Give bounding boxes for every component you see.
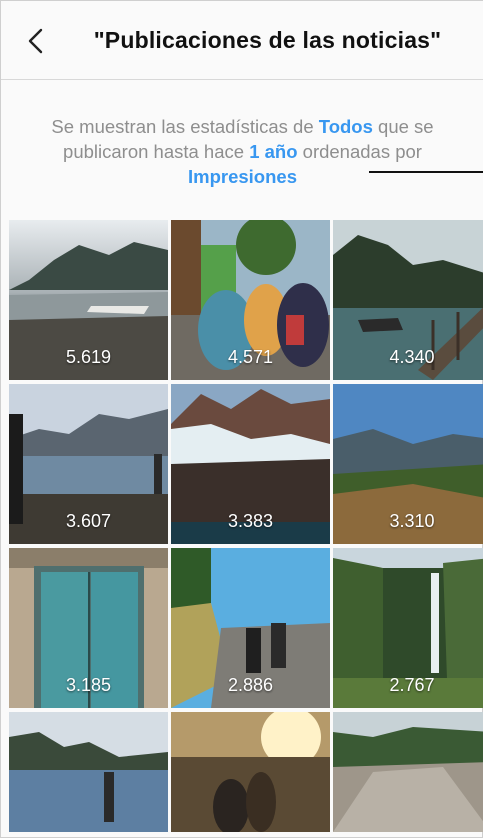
posts-grid: 5.619 4.571 4.340 3.607 3.383 3.310 3.18… xyxy=(9,220,483,832)
post-thumbnail[interactable]: 3.185 xyxy=(9,548,168,708)
annotation-line xyxy=(369,171,483,173)
post-thumbnail[interactable]: 4.340 xyxy=(333,220,483,380)
post-thumbnail[interactable]: 2.767 xyxy=(333,548,483,708)
post-thumbnail[interactable]: 3.607 xyxy=(9,384,168,544)
post-thumbnail[interactable]: 5.619 xyxy=(9,220,168,380)
app-frame: "Publicaciones de las noticias" Se muest… xyxy=(0,0,483,838)
impressions-count: 4.340 xyxy=(389,347,435,367)
lake-child-photo xyxy=(9,712,168,832)
post-thumbnail[interactable]: 3.383 xyxy=(171,384,330,544)
impressions-count: 3.607 xyxy=(65,511,112,531)
stats-description: Se muestran las estadísticas de Todos qu… xyxy=(1,80,483,220)
post-thumbnail[interactable]: 3.310 xyxy=(333,384,483,544)
back-button[interactable] xyxy=(23,27,51,55)
impressions-count: 3.185 xyxy=(65,675,112,695)
impressions-count: 5.619 xyxy=(65,347,112,367)
sunlit-people-photo xyxy=(171,712,330,832)
gravel-road-photo xyxy=(333,712,483,832)
page-title: "Publicaciones de las noticias" xyxy=(93,27,442,53)
post-thumbnail[interactable] xyxy=(333,712,483,832)
filter-period-link[interactable]: 1 año xyxy=(249,141,297,162)
stats-description-text: Se muestran las estadísticas de Todos qu… xyxy=(31,114,454,189)
post-thumbnail[interactable]: 4.571 xyxy=(171,220,330,380)
post-thumbnail[interactable]: 2.886 xyxy=(171,548,330,708)
impressions-count: 3.383 xyxy=(227,511,274,531)
header: "Publicaciones de las noticias" xyxy=(1,1,483,80)
impressions-count: 4.571 xyxy=(227,347,274,367)
impressions-count: 2.886 xyxy=(227,675,274,695)
filter-type-link[interactable]: Todos xyxy=(319,116,373,137)
description-text: Se muestran las estadísticas de xyxy=(51,116,319,137)
sort-by-link[interactable]: Impresiones xyxy=(188,166,297,187)
impressions-count: 3.310 xyxy=(389,511,435,531)
post-thumbnail[interactable] xyxy=(171,712,330,832)
description-text: ordenadas por xyxy=(297,141,422,162)
chevron-left-icon xyxy=(28,28,43,54)
post-thumbnail[interactable] xyxy=(9,712,168,832)
impressions-count: 2.767 xyxy=(389,675,435,695)
